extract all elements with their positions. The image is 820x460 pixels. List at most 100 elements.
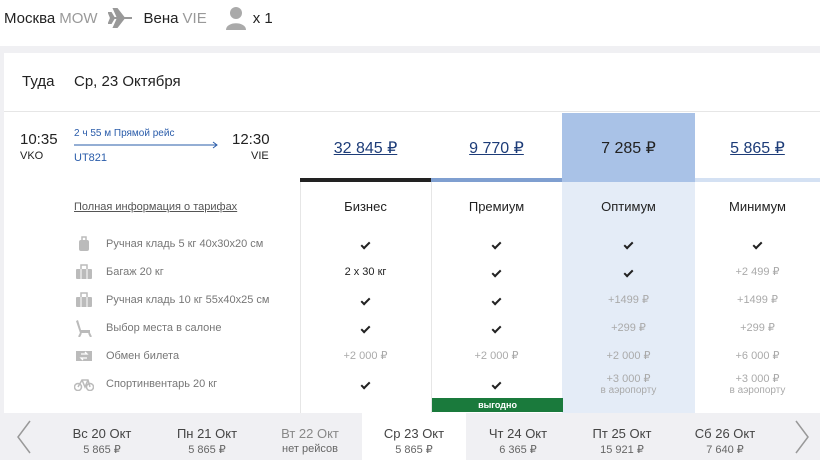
fare-price-label: 32 845 ₽ (333, 139, 398, 157)
fare-price-minimum[interactable]: 5 865 ₽ (695, 113, 820, 182)
passengers[interactable]: x 1 (225, 6, 273, 30)
next-dates-button[interactable] (782, 413, 820, 460)
feature-row: Ручная кладь 10 кг 55x40x25 см (74, 290, 269, 310)
fare-cell-value: +1499 ₽ (608, 294, 649, 306)
date-price: 15 921 ₽ (600, 444, 644, 456)
fare-underline-premium (431, 178, 562, 182)
fare-cell-value: +2 000 ₽ (343, 350, 388, 362)
date-price: 5 865 ₽ (83, 444, 121, 456)
fare-underline-business (300, 178, 431, 182)
date-price: 6 365 ₽ (499, 444, 537, 456)
plane-icon (107, 8, 132, 28)
date-label: Вс 20 Окт (72, 426, 132, 441)
feature-row: Выбор места в салоне (74, 318, 221, 338)
fare-cell-value: +2 000 ₽ (474, 350, 519, 362)
fare-name-optimum: Оптимум (601, 199, 656, 214)
fare-price-optimum[interactable]: 7 285 ₽ (562, 113, 695, 182)
fare-cell-value: +3 000 ₽ (735, 373, 780, 385)
fare-price-label: 9 770 ₽ (469, 139, 524, 157)
feature-row: Спортинвентарь 20 кг (74, 374, 217, 394)
seat-icon (74, 319, 94, 337)
date-price: 5 865 ₽ (188, 444, 226, 456)
fare-cell-minimum: +2 499 ₽ (695, 266, 820, 278)
fare-name-business: Бизнес (344, 199, 387, 214)
date-option[interactable]: Вс 20 Окт 5 865 ₽ (50, 413, 154, 460)
date-price: нет рейсов (282, 443, 338, 455)
check-icon (752, 239, 763, 250)
fare-cell-premium (431, 322, 562, 334)
fare-cell-value: 2 x 30 кг (344, 266, 387, 278)
fare-name-minimum: Минимум (729, 199, 786, 214)
check-icon (491, 379, 502, 390)
date-option[interactable]: Ср 23 Окт 5 865 ₽ (362, 413, 466, 460)
prev-dates-button[interactable] (4, 413, 44, 460)
date-option[interactable]: Пн 21 Окт 5 865 ₽ (155, 413, 259, 460)
direction-label: Туда (22, 73, 55, 90)
date-option[interactable]: Чт 24 Окт 6 365 ₽ (466, 413, 570, 460)
fare-cell-business (300, 238, 431, 250)
arrival-airport: VIE (251, 150, 269, 162)
check-icon (491, 295, 502, 306)
airport-note: в аэропорту (600, 385, 657, 396)
fare-cell-value: +299 ₽ (740, 322, 775, 334)
origin-code: MOW (59, 9, 98, 27)
flight-card: Туда Ср, 23 Октября 10:35 VKO 2 ч 55 м П… (4, 53, 820, 413)
fare-info-link[interactable]: Полная информация о тарифах (74, 201, 237, 213)
date-option[interactable]: Вт 22 Окт нет рейсов (258, 413, 362, 460)
date-label: Сб 26 Окт (694, 426, 756, 441)
check-icon (491, 239, 502, 250)
chevron-left-icon (17, 420, 31, 453)
fare-cell-minimum: +299 ₽ (695, 322, 820, 334)
fare-cell-premium: +2 000 ₽ (431, 350, 562, 362)
ticket-exchange-icon (74, 347, 94, 365)
passenger-count: x 1 (252, 9, 273, 27)
arrival-time: 12:30 (232, 131, 270, 148)
feature-label: Спортинвентарь 20 кг (106, 378, 218, 390)
date-price: 5 865 ₽ (395, 444, 433, 456)
fare-cell-business: 2 x 30 кг (300, 266, 431, 278)
date-label: Пт 25 Окт (592, 426, 652, 441)
feature-label: Обмен билета (106, 350, 180, 362)
fare-price-label: 7 285 ₽ (601, 139, 656, 157)
feature-label: Выбор места в салоне (106, 322, 222, 334)
check-icon (360, 379, 371, 390)
fare-cell-value: +1499 ₽ (737, 294, 778, 306)
fare-cell-premium (431, 238, 562, 250)
fare-cell-premium (431, 378, 562, 390)
destination-city: Вена (143, 9, 179, 27)
check-icon (360, 295, 371, 306)
fare-cell-minimum: +3 000 ₽ в аэропорту (695, 373, 820, 397)
flight-number[interactable]: UT821 (74, 152, 107, 164)
airport-note: в аэропорту (729, 385, 786, 396)
departure-airport: VKO (20, 150, 44, 162)
date-label: Вт 22 Окт (281, 426, 339, 441)
date-option[interactable]: Сб 26 Окт 7 640 ₽ (673, 413, 777, 460)
check-icon (360, 239, 371, 250)
feature-row: Багаж 20 кг (74, 262, 164, 282)
fare-name-premium: Премиум (468, 199, 525, 214)
fare-price-premium[interactable]: 9 770 ₽ (431, 113, 562, 182)
baggage-icon (74, 263, 94, 281)
flight-duration: 2 ч 55 м Прямой рейс (74, 128, 175, 139)
date-option[interactable]: Пт 25 Окт 15 921 ₽ (570, 413, 674, 460)
date-label: Ср 23 Окт (383, 426, 445, 441)
date-price: 7 640 ₽ (706, 444, 744, 456)
fare-price-business[interactable]: 32 845 ₽ (300, 113, 431, 182)
fare-cell-business (300, 322, 431, 334)
fare-cell-value: +299 ₽ (611, 322, 646, 334)
person-icon (225, 7, 246, 30)
direction-row: Туда Ср, 23 Октября (4, 53, 820, 112)
feature-row: Обмен билета (74, 346, 179, 366)
fare-cell-premium (431, 266, 562, 278)
feature-label: Ручная кладь 5 кг 40x30x20 см (106, 238, 264, 250)
destination-code: VIE (182, 9, 207, 27)
route-summary[interactable]: Москва MOW Вена VIE x 1 (4, 6, 273, 30)
fare-cell-premium (431, 294, 562, 306)
origin-city: Москва (4, 9, 56, 27)
fare-cell-business (300, 378, 431, 390)
check-icon (360, 323, 371, 334)
suitcase-icon (74, 291, 94, 309)
route-arrow-icon (74, 141, 218, 149)
bicycle-icon (74, 375, 94, 393)
fare-price-label: 5 865 ₽ (730, 139, 785, 157)
